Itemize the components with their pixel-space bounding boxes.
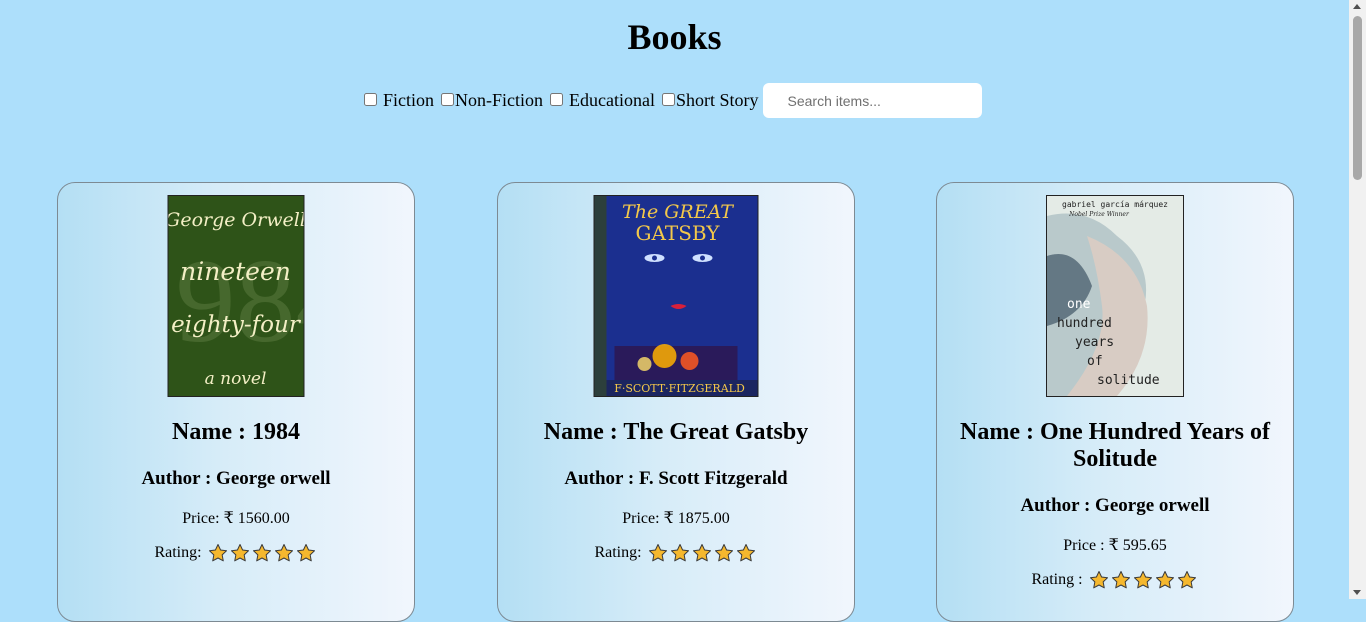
- filter-non-fiction[interactable]: Non-Fiction: [438, 90, 543, 111]
- filter-short-story[interactable]: Short Story: [659, 90, 759, 111]
- star-icon: [1155, 571, 1174, 589]
- star-icon: [648, 544, 667, 562]
- book-price: Price: ₹ 1560.00: [182, 510, 290, 527]
- book-card-1984[interactable]: 1984 George Orwell nineteen eighty-four …: [57, 182, 415, 622]
- filter-fiction-checkbox[interactable]: [364, 93, 377, 106]
- svg-text:The GREAT: The GREAT: [622, 201, 734, 223]
- star-icon: [1133, 571, 1152, 589]
- svg-text:a novel: a novel: [205, 369, 267, 389]
- book-rating: Rating:: [58, 543, 414, 563]
- star-icon: [714, 544, 733, 562]
- star-icon: [736, 544, 755, 562]
- filter-fiction[interactable]: Fiction: [361, 90, 434, 111]
- rating-label: Rating :: [1031, 571, 1083, 588]
- book-name: Name : One Hundred Years of Solitude: [960, 419, 1270, 472]
- star-icon: [1177, 571, 1196, 589]
- filter-non-fiction-checkbox[interactable]: [441, 93, 455, 106]
- star-icon: [1089, 571, 1108, 589]
- rating-stars: [648, 543, 758, 563]
- scroll-down-arrow-icon[interactable]: [1353, 590, 1361, 595]
- filter-educational[interactable]: Educational: [547, 90, 655, 111]
- book-card-great-gatsby[interactable]: The GREAT GATSBY F·SCOTT·FITZGERALD Name…: [497, 182, 855, 622]
- filter-short-story-label: Short Story: [675, 90, 759, 110]
- page-title: Books: [627, 17, 722, 57]
- book-cover-image: The GREAT GATSBY F·SCOTT·FITZGERALD: [593, 195, 759, 397]
- book-price: Price: ₹ 1875.00: [622, 510, 730, 527]
- filter-educational-label: Educational: [569, 90, 655, 110]
- vertical-scrollbar[interactable]: [1349, 0, 1366, 599]
- star-icon: [692, 544, 711, 562]
- book-author: Author : George orwell: [1020, 495, 1210, 516]
- filter-non-fiction-label: Non-Fiction: [455, 90, 544, 110]
- book-rating: Rating:: [498, 543, 854, 563]
- svg-text:gabriel garcía márquez: gabriel garcía márquez: [1062, 200, 1168, 209]
- book-cover-image: 1984 George Orwell nineteen eighty-four …: [167, 195, 305, 397]
- book-card-one-hundred-years[interactable]: gabriel garcía márquez Nobel Prize Winne…: [936, 182, 1294, 622]
- rating-stars: [208, 543, 318, 563]
- svg-text:Nobel Prize Winner: Nobel Prize Winner: [1068, 211, 1130, 218]
- book-author: Author : George orwell: [141, 468, 331, 489]
- scrollbar-thumb[interactable]: [1353, 16, 1362, 180]
- filter-fiction-label: Fiction: [383, 90, 435, 110]
- rating-label: Rating:: [594, 544, 642, 561]
- book-name: Name : The Great Gatsby: [543, 419, 809, 445]
- svg-text:years: years: [1075, 335, 1114, 350]
- star-icon: [670, 544, 689, 562]
- star-icon: [208, 544, 227, 562]
- page: Books Fiction Non-Fiction Educational Sh…: [0, 0, 1349, 622]
- star-icon: [252, 544, 271, 562]
- svg-text:George Orwell: George Orwell: [169, 209, 304, 231]
- book-price: Price : ₹ 595.65: [1063, 537, 1167, 554]
- book-rating: Rating :: [937, 570, 1293, 590]
- book-name: Name : 1984: [172, 419, 300, 445]
- star-icon: [296, 544, 315, 562]
- star-icon: [274, 544, 293, 562]
- filter-short-story-checkbox[interactable]: [661, 93, 675, 106]
- book-cover-image: gabriel garcía márquez Nobel Prize Winne…: [1046, 195, 1184, 397]
- star-icon: [1111, 571, 1130, 589]
- filter-educational-checkbox[interactable]: [550, 93, 564, 106]
- svg-text:F·SCOTT·FITZGERALD: F·SCOTT·FITZGERALD: [614, 382, 745, 395]
- star-icon: [230, 544, 249, 562]
- svg-text:one: one: [1067, 297, 1091, 312]
- svg-text:solitude: solitude: [1097, 373, 1160, 388]
- rating-label: Rating:: [154, 544, 202, 561]
- svg-text:nineteen: nineteen: [180, 257, 291, 286]
- svg-text:eighty-four: eighty-four: [171, 312, 302, 338]
- book-author: Author : F. Scott Fitzgerald: [564, 468, 788, 489]
- svg-text:GATSBY: GATSBY: [636, 221, 721, 245]
- scroll-up-arrow-icon[interactable]: [1353, 4, 1361, 9]
- search-input[interactable]: [762, 83, 982, 118]
- rating-stars: [1089, 570, 1199, 590]
- svg-text:of: of: [1087, 354, 1103, 369]
- filter-bar: Fiction Non-Fiction Educational Short St…: [361, 83, 982, 118]
- svg-text:1984: 1984: [169, 234, 304, 367]
- svg-text:hundred: hundred: [1057, 316, 1112, 331]
